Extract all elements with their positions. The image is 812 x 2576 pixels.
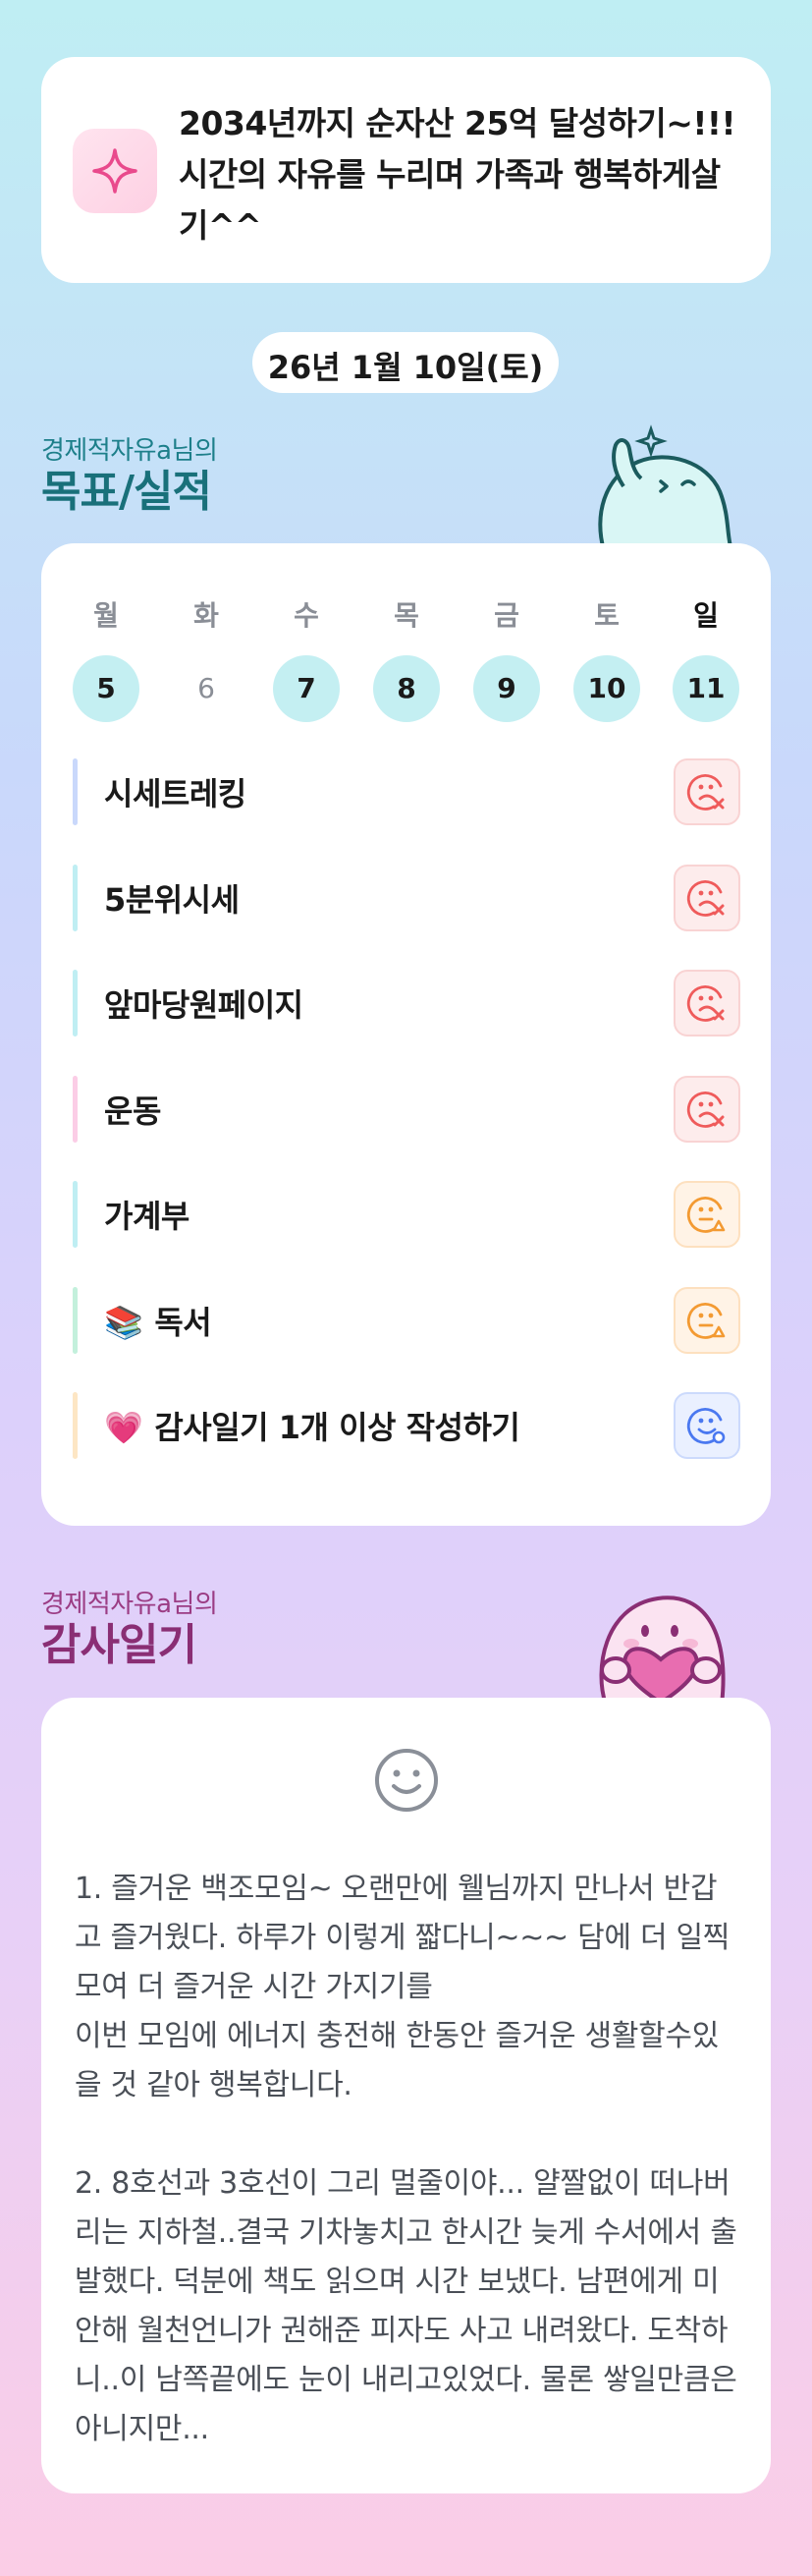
habit-color-bar	[73, 758, 78, 825]
habit-label: 5분위시세	[104, 865, 240, 935]
fail-face-icon[interactable]	[674, 864, 740, 931]
habit-text: 감사일기 1개 이상 작성하기	[154, 1409, 520, 1446]
habit-text: 5분위시세	[104, 880, 240, 919]
fail-face-icon[interactable]	[674, 758, 740, 825]
day-column[interactable]: 수7	[273, 594, 340, 722]
habit-text: 독서	[154, 1303, 212, 1341]
habit-row[interactable]: 💗 감사일기 1개 이상 작성하기	[73, 1392, 740, 1459]
day-column[interactable]: 월5	[73, 594, 139, 722]
habit-label: 앞마당원페이지	[104, 970, 303, 1040]
fail-face-icon[interactable]	[674, 970, 740, 1036]
habit-row[interactable]: 시세트레킹	[73, 758, 740, 825]
day-column[interactable]: 토 10	[573, 594, 640, 722]
habit-emoji: 💗	[104, 1409, 143, 1446]
smile-face-icon	[375, 1749, 438, 1812]
habit-row[interactable]: 운동	[73, 1075, 740, 1143]
habit-row[interactable]: 📚 독서	[73, 1286, 740, 1354]
day-number[interactable]: 6	[173, 655, 240, 722]
done-face-icon[interactable]	[674, 1392, 740, 1459]
day-label: 일	[693, 599, 719, 632]
day-column[interactable]: 일 11	[673, 594, 739, 722]
habit-text: 앞마당원페이지	[104, 986, 303, 1024]
partial-face-icon[interactable]	[674, 1286, 740, 1354]
habit-color-bar	[73, 864, 78, 931]
day-label: 수	[294, 599, 319, 632]
habit-label: 📚 독서	[104, 1287, 212, 1358]
habit-label: 💗 감사일기 1개 이상 작성하기	[104, 1392, 520, 1463]
day-number[interactable]: 5	[73, 655, 139, 722]
gratitude-text: 1. 즐거운 백조모임~ 오랜만에 웰님까지 만나서 반갑고 즐거웠다. 하루가…	[75, 1872, 737, 2446]
day-label: 월	[93, 599, 119, 632]
habit-row[interactable]: 5분위시세	[73, 864, 740, 931]
day-column[interactable]: 목8	[373, 594, 440, 722]
day-label: 토	[594, 599, 620, 632]
habit-color-bar	[73, 1392, 78, 1459]
day-label: 금	[494, 599, 519, 632]
habit-color-bar	[73, 1075, 78, 1143]
habit-label: 가계부	[104, 1181, 189, 1252]
day-number[interactable]: 7	[273, 655, 340, 722]
goal-text: 2034년까지 순자산 25억 달성하기~!!! 시간의 자유를 누리며 가족과…	[179, 104, 736, 245]
habit-row[interactable]: 가계부	[73, 1181, 740, 1248]
day-column[interactable]: 금9	[473, 594, 540, 722]
habit-text: 운동	[104, 1092, 161, 1130]
goals-section-title: 목표/실적	[41, 467, 212, 517]
day-number[interactable]: 9	[473, 655, 540, 722]
heart-mascot-icon	[599, 1596, 726, 1705]
partial-face-icon[interactable]	[674, 1181, 740, 1248]
habit-row[interactable]: 앞마당원페이지	[73, 970, 740, 1036]
habit-color-bar	[73, 1181, 78, 1248]
day-column[interactable]: 화6	[173, 594, 240, 722]
habit-text: 시세트레킹	[104, 775, 246, 812]
goals-card: 월 5 화 6 수 7 목 8 금 9 토 10 일 11 시세트레킹 5분위시세 앞마당원페이지 운동 가계부 📚…	[41, 543, 771, 1526]
day-number[interactable]: 10	[573, 655, 640, 722]
sparkle-icon	[73, 129, 157, 213]
day-number[interactable]: 11	[673, 655, 739, 722]
gratitude-section-title: 감사일기	[41, 1620, 197, 1670]
habit-color-bar	[73, 970, 78, 1036]
gratitude-card: 1. 즐거운 백조모임~ 오랜만에 웰님까지 만나서 반갑고 즐거웠다. 하루가…	[41, 1698, 771, 2493]
habit-label: 시세트레킹	[104, 758, 246, 829]
day-number[interactable]: 8	[373, 655, 440, 722]
habit-color-bar	[73, 1286, 78, 1354]
ghost-mascot-icon	[598, 424, 734, 550]
date-pill[interactable]: 26년 1월 10일(토)	[252, 332, 559, 393]
fail-face-icon[interactable]	[674, 1075, 740, 1143]
day-label: 화	[193, 599, 219, 632]
habit-emoji: 📚	[104, 1303, 143, 1341]
goal-card[interactable]: 2034년까지 순자산 25억 달성하기~!!! 시간의 자유를 누리며 가족과…	[41, 57, 771, 283]
habit-text: 가계부	[104, 1198, 189, 1235]
day-label: 목	[394, 599, 419, 632]
habit-label: 운동	[104, 1076, 161, 1147]
